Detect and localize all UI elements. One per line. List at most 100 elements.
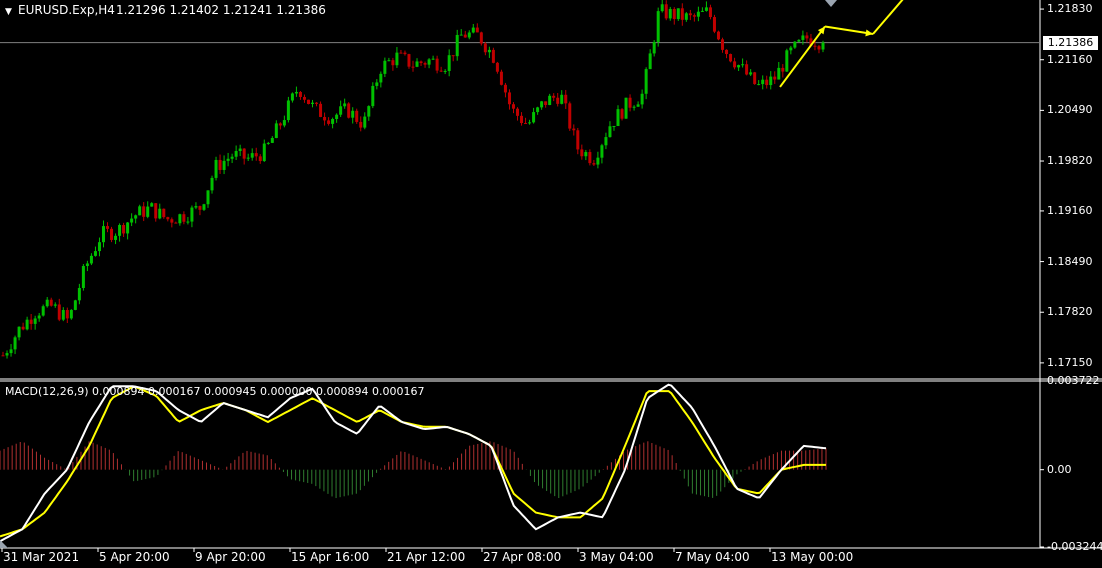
candle-body [85, 263, 89, 266]
candle-body [150, 203, 154, 207]
time-axis-label: 15 Apr 16:00 [291, 550, 370, 564]
projection-arrow [824, 25, 874, 36]
candle-body [226, 158, 230, 161]
candle-body [596, 157, 600, 165]
candle-body [202, 204, 206, 210]
candle-body [118, 225, 122, 236]
candle-body [688, 13, 692, 16]
candle-body [363, 116, 367, 128]
candle-body [745, 64, 749, 75]
candle-body [475, 27, 479, 33]
candle-body [335, 114, 339, 120]
candle-body [351, 110, 355, 118]
candle-body [323, 116, 327, 121]
candle-body [222, 160, 226, 170]
candle-body [624, 97, 628, 119]
candle-body [25, 319, 29, 330]
candle-body [315, 102, 319, 104]
candle-body [729, 54, 733, 62]
candle-body [319, 103, 323, 117]
candle-body [306, 99, 310, 104]
header-collapse-icon[interactable]: ▼ [5, 6, 12, 19]
candle-body [781, 67, 785, 72]
candle-body [154, 203, 158, 219]
shift-marker-icon [825, 0, 837, 7]
candle-body [206, 190, 210, 205]
candle-body [214, 159, 218, 178]
candle-body [536, 107, 540, 113]
candle-body [290, 93, 294, 101]
time-axis-label: 21 Apr 12:00 [387, 550, 466, 564]
candle-body [21, 326, 25, 330]
candle-body [93, 251, 97, 256]
candle-body [146, 206, 150, 217]
candle-body [33, 318, 37, 324]
candle-body [262, 143, 266, 162]
candle-body [355, 110, 359, 122]
candle-body [769, 76, 773, 86]
candle-body [174, 222, 178, 224]
candle-body [186, 221, 190, 223]
candle-body [182, 214, 186, 222]
candle-body [648, 53, 652, 70]
candle-body [813, 45, 817, 47]
candle-body [130, 218, 134, 223]
macd-label: MACD(12,26,9) 0.000894 0.000167 0.000945… [5, 385, 425, 398]
chart-canvas[interactable] [0, 0, 1102, 568]
candle-body [190, 207, 194, 222]
candle-body [753, 72, 757, 85]
candle-body [592, 163, 596, 165]
candle-body [407, 54, 411, 67]
candle-body [584, 152, 588, 157]
candle-body [777, 67, 781, 80]
current-price-label: 1.21386 [1043, 35, 1098, 50]
candle-body [110, 228, 114, 240]
candle-body [270, 137, 274, 143]
projection-arrow [872, 0, 904, 35]
candle-body [797, 39, 801, 42]
macd-tick-label: 0.003722 [1047, 374, 1100, 387]
candle-body [600, 145, 604, 158]
candle-body [359, 121, 363, 128]
candle-body [467, 32, 471, 38]
candle-body [604, 137, 608, 146]
candle-body [375, 82, 379, 86]
candle-body [298, 91, 302, 97]
candle-body [242, 148, 246, 159]
candle-body [507, 92, 511, 105]
price-tick-label: 1.17150 [1047, 355, 1093, 369]
candle-body [616, 109, 620, 127]
candle-body [471, 27, 475, 33]
candle-body [580, 149, 584, 157]
candle-body [789, 47, 793, 51]
price-tick-label: 1.17820 [1047, 305, 1093, 319]
candle-body [520, 115, 524, 124]
candle-body [443, 70, 447, 72]
candle-body [652, 41, 656, 54]
candle-body [266, 142, 270, 144]
candle-body [560, 94, 564, 104]
candle-body [733, 61, 737, 68]
candle-body [37, 315, 41, 319]
candle-body [371, 85, 375, 107]
candle-body [166, 217, 170, 220]
header-symbol: EURUSD.Exp,H4 [18, 3, 115, 17]
candle-body [399, 52, 403, 54]
candle-body [331, 119, 335, 124]
candle-body [238, 148, 242, 152]
candle-body [142, 206, 146, 217]
price-tick-label: 1.21830 [1047, 2, 1093, 16]
candle-body [644, 69, 648, 94]
candle-body [503, 84, 507, 93]
candle-body [668, 8, 672, 19]
candle-body [664, 4, 668, 19]
candle-body [721, 39, 725, 50]
candle-body [700, 10, 704, 12]
time-axis-label: 31 Mar 2021 [3, 550, 80, 564]
candle-body [483, 43, 487, 53]
candle-body [632, 106, 636, 108]
candle-body [106, 226, 110, 229]
candle-body [77, 287, 81, 301]
candle-body [282, 120, 286, 126]
candle-body [696, 11, 700, 17]
